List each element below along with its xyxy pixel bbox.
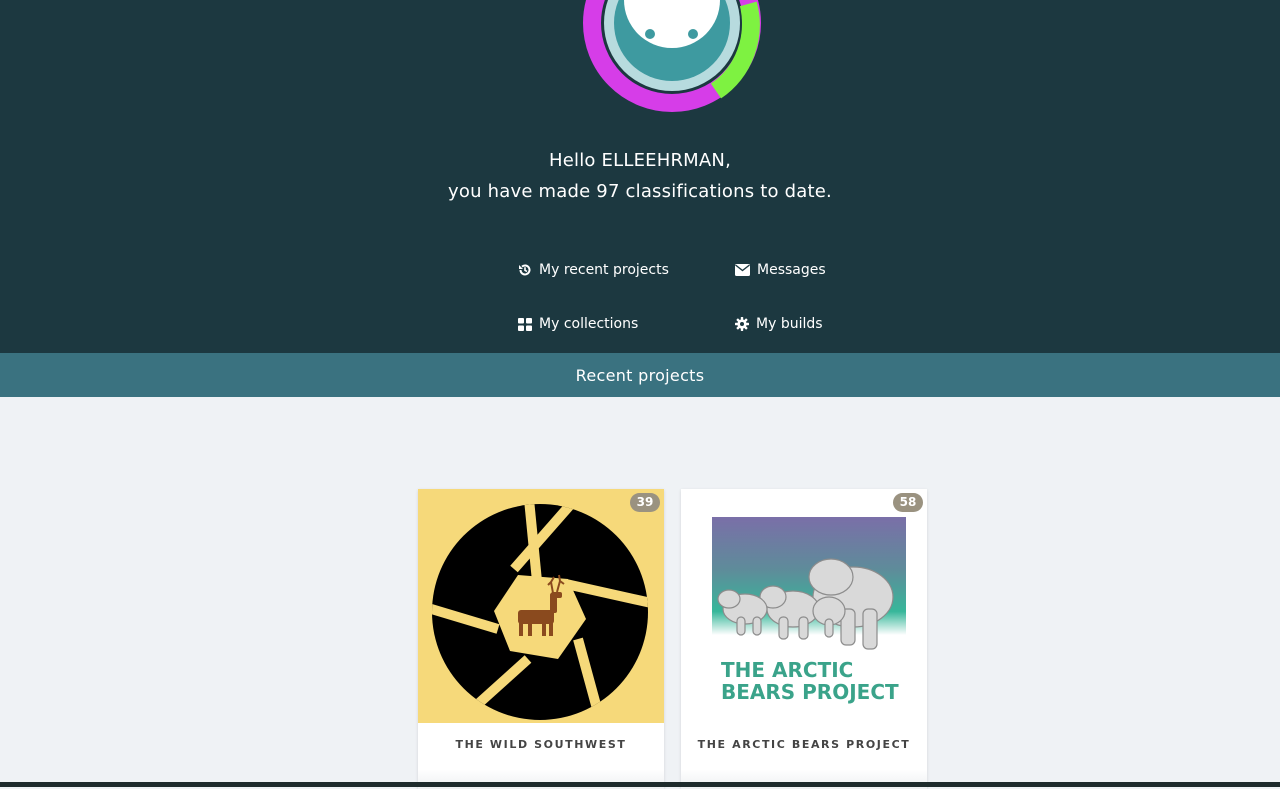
classification-count-text: you have made 97 classifications to date… xyxy=(448,181,832,202)
recent-projects-heading: Recent projects xyxy=(0,353,1280,397)
greeting: Hello ELLEEHRMAN, you have made 97 class… xyxy=(0,145,1280,207)
nav-recent-projects-label: My recent projects xyxy=(539,262,669,278)
recent-projects-title: Recent projects xyxy=(575,365,705,385)
nav-recent-projects[interactable]: My recent projects xyxy=(518,262,669,278)
wild-southwest-logo xyxy=(418,489,664,723)
project-card-wild-southwest[interactable]: 39 THE WILD SOUTHWEST xyxy=(418,489,664,789)
profile-header: Hello ELLEEHRMAN, you have made 97 class… xyxy=(0,0,1280,353)
nav-collections[interactable]: My collections xyxy=(518,316,638,332)
project-title: THE WILD SOUTHWEST xyxy=(418,723,664,789)
classification-count-badge: 58 xyxy=(893,493,923,512)
classification-count-badge: 39 xyxy=(630,493,660,512)
greeting-name: Hello ELLEEHRMAN, xyxy=(549,150,731,171)
history-icon xyxy=(519,264,531,276)
project-title: THE ARCTIC BEARS PROJECT xyxy=(681,723,927,789)
gear-icon xyxy=(735,317,749,331)
grid-icon xyxy=(518,317,532,331)
envelope-icon xyxy=(735,264,750,276)
nav-messages-label: Messages xyxy=(757,262,826,278)
project-card-arctic-bears[interactable]: THE ARCTIC BEARS PROJECT 58 THE ARCTIC B… xyxy=(681,489,927,789)
nav-builds[interactable]: My builds xyxy=(735,316,823,332)
arctic-logo-text-1: THE ARCTIC xyxy=(721,658,853,682)
nav-messages[interactable]: Messages xyxy=(735,262,826,278)
bottom-edge xyxy=(0,782,1280,787)
arctic-bears-logo: THE ARCTIC BEARS PROJECT xyxy=(681,489,927,723)
arctic-logo-text-2: BEARS PROJECT xyxy=(721,680,899,704)
user-avatar-ring xyxy=(583,0,761,112)
nav-collections-label: My collections xyxy=(539,316,639,332)
nav-builds-label: My builds xyxy=(756,316,823,332)
